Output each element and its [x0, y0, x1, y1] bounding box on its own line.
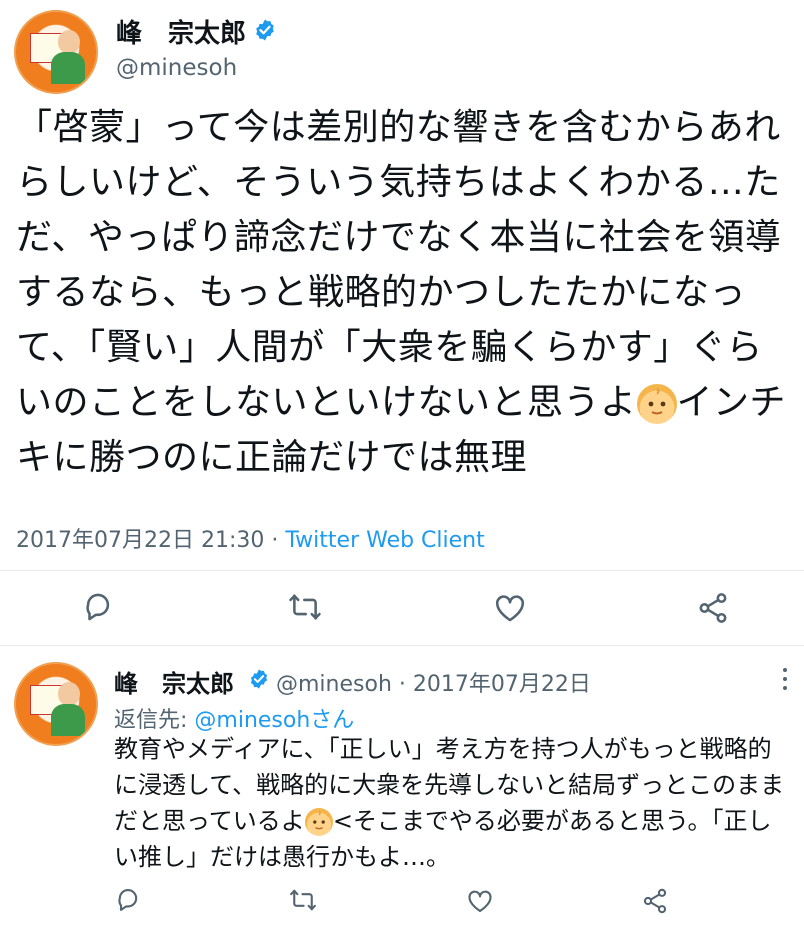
verified-badge-icon [250, 669, 268, 689]
divider-bottom [0, 645, 804, 646]
reply-to-prefix: 返信先: [114, 708, 195, 733]
author-handle[interactable]: @minesoh [116, 55, 237, 81]
avatar-face [57, 29, 80, 54]
reply-icon[interactable] [81, 590, 115, 624]
retweet-icon[interactable] [287, 590, 323, 624]
share-icon[interactable] [641, 887, 669, 915]
tweet-meta: 2017年07月22日 21:30 · Twitter Web Client [16, 522, 485, 554]
divider-top [0, 570, 804, 571]
reply-date[interactable]: · 2017年07月22日 [399, 672, 591, 697]
reply-to-handle[interactable]: @minesohさん [194, 708, 354, 733]
author-name[interactable]: 峰 宗太郎 [116, 13, 246, 50]
reply-author-handle[interactable]: @minesoh [276, 672, 392, 697]
verified-badge-icon [256, 19, 274, 41]
reply-text: 教育やメディアに、「正しい」考え方を持つ人がもっと戦略的に浸透して、戦略的に大衆… [114, 731, 794, 875]
like-icon[interactable] [466, 887, 494, 915]
reply-icon[interactable] [114, 886, 142, 914]
share-icon[interactable] [696, 591, 730, 625]
meta-separator: · [271, 528, 279, 553]
retweet-icon[interactable] [288, 886, 318, 914]
avatar-body [51, 52, 85, 84]
author-avatar[interactable] [14, 10, 98, 94]
tweet-client[interactable]: Twitter Web Client [285, 528, 484, 553]
tweet-timestamp[interactable]: 2017年07月22日 21:30 [16, 528, 264, 553]
reply-to-line: 返信先: @minesohさん [114, 702, 354, 734]
like-icon[interactable] [493, 591, 527, 625]
baby-face-emoji [636, 384, 677, 424]
reply-author-avatar[interactable] [14, 662, 98, 746]
tweet-text-part1: 「啓蒙」って今は差別的な響きを含むからあれらしいけど、そういう気持ちはよくわかる… [16, 107, 782, 423]
avatar-face [57, 681, 80, 706]
reply-author-name[interactable]: 峰 宗太郎 [114, 664, 234, 699]
reply-author-handle-line: @minesoh · 2017年07月22日 [276, 666, 591, 698]
more-icon[interactable] [780, 666, 790, 692]
baby-face-emoji [304, 808, 333, 836]
tweet-text: 「啓蒙」って今は差別的な響きを含むからあれらしいけど、そういう気持ちはよくわかる… [16, 100, 796, 485]
avatar-body [51, 704, 85, 736]
